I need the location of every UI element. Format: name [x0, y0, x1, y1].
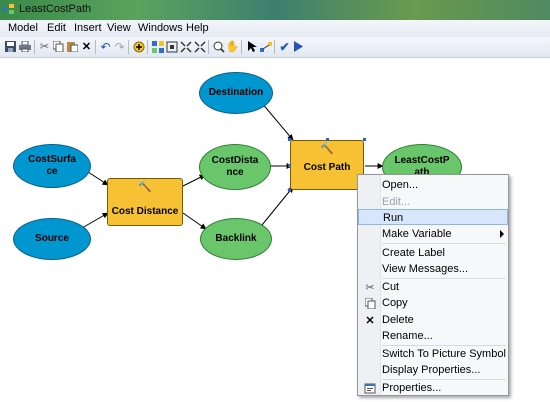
menu-item-delete[interactable]: ✕ Delete — [358, 312, 508, 328]
menu-insert[interactable]: Insert — [74, 22, 102, 34]
menu-item-run[interactable]: Run — [358, 209, 508, 225]
hammer-icon: 🔨 — [138, 181, 152, 193]
menu-help[interactable]: Help — [186, 22, 209, 34]
menu-item-switch-picture-symbol[interactable]: Switch To Picture Symbol — [358, 346, 508, 362]
menu-item-label: Copy — [382, 297, 408, 309]
connector-source-costdistance — [81, 212, 109, 229]
zoom-in-icon[interactable] — [212, 40, 225, 53]
toolbar-separator — [241, 40, 242, 54]
menu-item-label: Display Properties... — [382, 364, 481, 376]
menu-model[interactable]: Model — [8, 22, 38, 34]
menu-item-open[interactable]: Open... — [358, 177, 508, 193]
selection-handle[interactable] — [363, 138, 366, 141]
add-data-icon[interactable] — [132, 40, 145, 53]
menu-item-label: Switch To Picture Symbol — [382, 348, 506, 360]
fixed-zoom-icon[interactable] — [179, 40, 192, 53]
validate-icon[interactable]: ✔ — [278, 40, 291, 54]
menu-item-rename[interactable]: Rename... — [358, 328, 508, 344]
menu-item-display-properties[interactable]: Display Properties... — [358, 362, 508, 378]
toolbar-separator — [274, 40, 275, 54]
scissors-icon: ✂ — [365, 281, 375, 294]
paste-icon[interactable] — [66, 40, 79, 53]
menu-view[interactable]: View — [107, 22, 131, 34]
title-bar: LeastCostPath — [0, 0, 550, 20]
pan-icon[interactable]: ✋ — [226, 40, 240, 53]
node-cost-distance-tool[interactable]: 🔨 Cost Distance — [107, 178, 183, 226]
connect-icon[interactable] — [259, 40, 272, 53]
connector-destination-costpath — [260, 101, 294, 141]
menu-item-label: Rename... — [382, 330, 433, 342]
node-destination[interactable]: Destination — [199, 72, 273, 114]
select-icon[interactable] — [245, 40, 258, 53]
full-extent-icon[interactable] — [165, 40, 178, 53]
toolbar-separator — [208, 40, 209, 54]
copy-icon — [363, 296, 377, 310]
copy-icon[interactable] — [52, 40, 65, 53]
save-icon[interactable] — [4, 40, 17, 53]
menu-item-label: Cut — [382, 281, 400, 293]
node-cost-surface[interactable]: CostSurface — [13, 144, 91, 188]
redo-icon[interactable]: ↷ — [113, 40, 126, 54]
toolbar-separator — [95, 40, 96, 54]
properties-icon — [363, 381, 377, 395]
selection-handle[interactable] — [288, 164, 291, 167]
menu-bar: Model Edit Insert View Windows Help — [0, 20, 550, 37]
node-label: Source — [35, 233, 69, 244]
node-backlink[interactable]: Backlink — [200, 218, 272, 260]
node-cost-distance-output[interactable]: CostDistance — [199, 144, 271, 190]
menu-windows[interactable]: Windows — [138, 22, 183, 34]
window-title: LeastCostPath — [19, 3, 92, 15]
node-label: Cost Distance — [111, 206, 179, 217]
menu-item-label: Properties... — [382, 382, 442, 394]
toolbar-separator — [147, 40, 148, 54]
menu-item-label: View Messages... — [382, 263, 469, 275]
model-app-icon — [3, 4, 14, 14]
menu-item-label: Make Variable — [382, 228, 452, 240]
menu-item-cut[interactable]: ✂ Cut — [358, 279, 508, 295]
selection-handle[interactable] — [288, 138, 291, 141]
menu-item-properties[interactable]: Properties... — [358, 380, 508, 396]
node-label: Destination — [208, 87, 264, 98]
toolbar-separator — [128, 40, 129, 54]
delete-x-icon: ✕ — [365, 314, 375, 327]
selection-handle[interactable] — [288, 189, 291, 192]
menu-separator — [382, 243, 506, 244]
node-cost-path-tool[interactable]: 🔨 Cost Path — [290, 140, 364, 190]
connector-costdistance-backlink — [182, 212, 207, 230]
print-icon[interactable] — [18, 40, 31, 53]
auto-layout-icon[interactable] — [151, 40, 164, 53]
menu-item-copy[interactable]: Copy — [358, 295, 508, 311]
menu-item-make-variable[interactable]: Make Variable — [358, 226, 508, 242]
node-source[interactable]: Source — [13, 218, 91, 260]
undo-icon[interactable]: ↶ — [99, 40, 112, 54]
menu-item-label: Create Label — [382, 247, 445, 259]
node-label: CostSurface — [28, 154, 76, 177]
toolbar: ✂ ✕ ↶ ↷ ✋ ✔ — [0, 37, 550, 58]
fixed-zoom-out-icon[interactable] — [193, 40, 206, 53]
node-label: CostDistance — [211, 155, 259, 178]
toolbar-separator — [34, 40, 35, 54]
context-menu: Open... Edit... Run Make Variable Create… — [357, 174, 509, 396]
menu-item-label: Delete — [382, 314, 414, 326]
menu-item-label: Edit... — [382, 196, 411, 208]
run-icon[interactable] — [292, 40, 305, 53]
menu-item-create-label[interactable]: Create Label — [358, 245, 508, 261]
menu-item-edit[interactable]: Edit... — [358, 194, 508, 210]
node-label: Backlink — [215, 233, 257, 244]
cut-icon[interactable]: ✂ — [38, 40, 51, 53]
menu-item-label: Run — [383, 212, 404, 224]
menu-item-label: Open... — [382, 179, 419, 191]
selection-handle[interactable] — [326, 138, 329, 141]
menu-edit[interactable]: Edit — [47, 22, 66, 34]
menu-item-view-messages[interactable]: View Messages... — [358, 261, 508, 277]
connector-backlink-costpath — [261, 186, 294, 226]
hammer-icon: 🔨 — [320, 143, 334, 155]
delete-icon[interactable]: ✕ — [80, 40, 93, 53]
submenu-arrow-icon — [500, 230, 504, 238]
node-label: Cost Path — [303, 162, 351, 173]
